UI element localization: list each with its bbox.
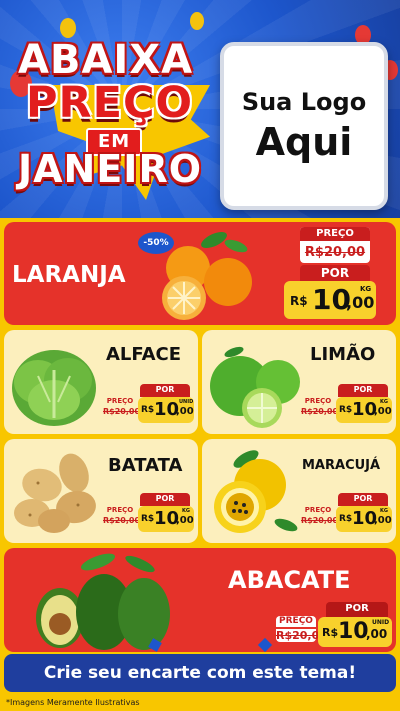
old-price: R$20,00 bbox=[304, 245, 366, 260]
logo-placeholder[interactable]: Sua Logo Aqui bbox=[220, 42, 388, 210]
new-price-tag: R$ 10 ,00 KG bbox=[138, 506, 194, 532]
price-unit: UNID bbox=[372, 619, 390, 626]
product-name: ALFACE bbox=[106, 344, 182, 365]
old-price-tag: PREÇO R$20,00 bbox=[300, 227, 370, 263]
price-cents: ,00 bbox=[176, 406, 194, 417]
product-card-maracuja[interactable]: MARACUJÁ POR PREÇO R$20,00 R$ 10 ,00 KG bbox=[202, 439, 396, 543]
preco-label: PREÇO bbox=[106, 397, 134, 405]
passion-fruit-icon bbox=[214, 450, 298, 533]
price-unit: KG bbox=[380, 399, 388, 405]
preco-label: PREÇO bbox=[106, 506, 134, 514]
currency-symbol: R$ bbox=[339, 514, 353, 524]
cta-banner[interactable]: Crie seu encarte com este tema! bbox=[4, 654, 396, 692]
preco-label: PREÇO bbox=[304, 397, 332, 405]
por-label: POR bbox=[338, 384, 388, 397]
currency-symbol: R$ bbox=[290, 294, 308, 308]
por-label: POR bbox=[338, 493, 388, 506]
old-price-tag: PREÇO R$20,00 bbox=[301, 397, 339, 422]
price-cents: ,00 bbox=[366, 627, 388, 641]
header-banner: ABAIXA PREÇO EM JANEIRO Sua Logo Aqui bbox=[0, 0, 400, 218]
price-unit: UNID bbox=[179, 399, 194, 405]
new-price-tag: R$ 10 ,00 KG bbox=[336, 397, 392, 423]
title-line-preco: PREÇO bbox=[26, 78, 194, 128]
product-card-abacate[interactable]: ABACATE PREÇO R$20,00 POR R$ 10 ,00 UNID bbox=[4, 548, 396, 652]
product-name: ABACATE bbox=[228, 566, 351, 594]
old-price: R$20,00 bbox=[301, 516, 339, 525]
currency-symbol: R$ bbox=[141, 405, 155, 415]
currency-symbol: R$ bbox=[339, 405, 353, 415]
new-price-tag: R$ 10 ,00 UNID bbox=[318, 617, 392, 647]
price-cents: ,00 bbox=[176, 515, 194, 526]
preco-label: PREÇO bbox=[300, 227, 370, 241]
balloon-icon bbox=[190, 12, 204, 30]
product-card-laranja[interactable]: LARANJA PREÇO R$20,00 POR R$ 10 ,00 KG bbox=[4, 222, 396, 325]
balloon-icon bbox=[60, 18, 76, 38]
title-line-abaixa: ABAIXA bbox=[18, 37, 194, 83]
title-line-janeiro: JANEIRO bbox=[18, 147, 203, 191]
currency-symbol: R$ bbox=[141, 514, 155, 524]
product-name: MARACUJÁ bbox=[302, 458, 381, 473]
price-integer: 10 bbox=[338, 619, 369, 644]
product-name: BATATA bbox=[108, 455, 183, 476]
old-price-tag: PREÇO R$20,00 bbox=[103, 506, 141, 531]
price-unit: KG bbox=[182, 508, 190, 514]
product-card-batata[interactable]: BATATA POR PREÇO R$20,00 R$ 10 ,00 KG bbox=[4, 439, 198, 543]
product-card-alface[interactable]: ALFACE POR PREÇO R$20,00 R$ 10 ,00 UNID bbox=[4, 330, 198, 434]
old-price-tag: PREÇO R$20,00 bbox=[103, 397, 141, 422]
old-price: R$20,00 bbox=[276, 629, 327, 642]
preco-label: PREÇO bbox=[276, 616, 316, 627]
disclaimer-text: *Imagens Meramente Ilustrativas bbox=[6, 698, 140, 707]
product-name: LIMÃO bbox=[310, 344, 376, 365]
preco-label: PREÇO bbox=[304, 506, 332, 514]
price-cents: ,00 bbox=[374, 406, 392, 417]
logo-text-line2: Aqui bbox=[255, 120, 353, 164]
price-unit: KG bbox=[360, 285, 372, 293]
por-label: POR bbox=[140, 493, 190, 506]
product-name: LARANJA bbox=[12, 262, 126, 288]
lime-icon bbox=[210, 346, 300, 428]
new-price-tag: R$ 10 ,00 KG bbox=[284, 281, 376, 319]
new-price-tag: R$ 10 ,00 UNID bbox=[138, 397, 194, 423]
por-label: POR bbox=[326, 602, 388, 617]
old-price-tag: PREÇO R$20,00 bbox=[301, 506, 339, 531]
discount-badge: -50% bbox=[138, 232, 174, 254]
old-price-tag: PREÇO R$20,00 bbox=[276, 616, 327, 644]
new-price-tag: R$ 10 ,00 KG bbox=[336, 506, 392, 532]
old-price: R$20,00 bbox=[301, 407, 339, 416]
old-price: R$20,00 bbox=[103, 516, 141, 525]
por-label: POR bbox=[140, 384, 190, 397]
price-unit: KG bbox=[380, 508, 388, 514]
product-card-limao[interactable]: LIMÃO POR PREÇO R$20,00 R$ 10 ,00 KG bbox=[202, 330, 396, 434]
lettuce-icon bbox=[12, 350, 96, 426]
cta-text: Crie seu encarte com este tema! bbox=[43, 663, 357, 683]
old-price: R$20,00 bbox=[103, 407, 141, 416]
price-cents: ,00 bbox=[374, 515, 392, 526]
logo-text-line1: Sua Logo bbox=[241, 88, 367, 116]
avocado-icon bbox=[36, 553, 170, 650]
potato-icon bbox=[14, 453, 96, 533]
price-cents: ,00 bbox=[346, 293, 375, 312]
currency-symbol: R$ bbox=[322, 626, 339, 639]
